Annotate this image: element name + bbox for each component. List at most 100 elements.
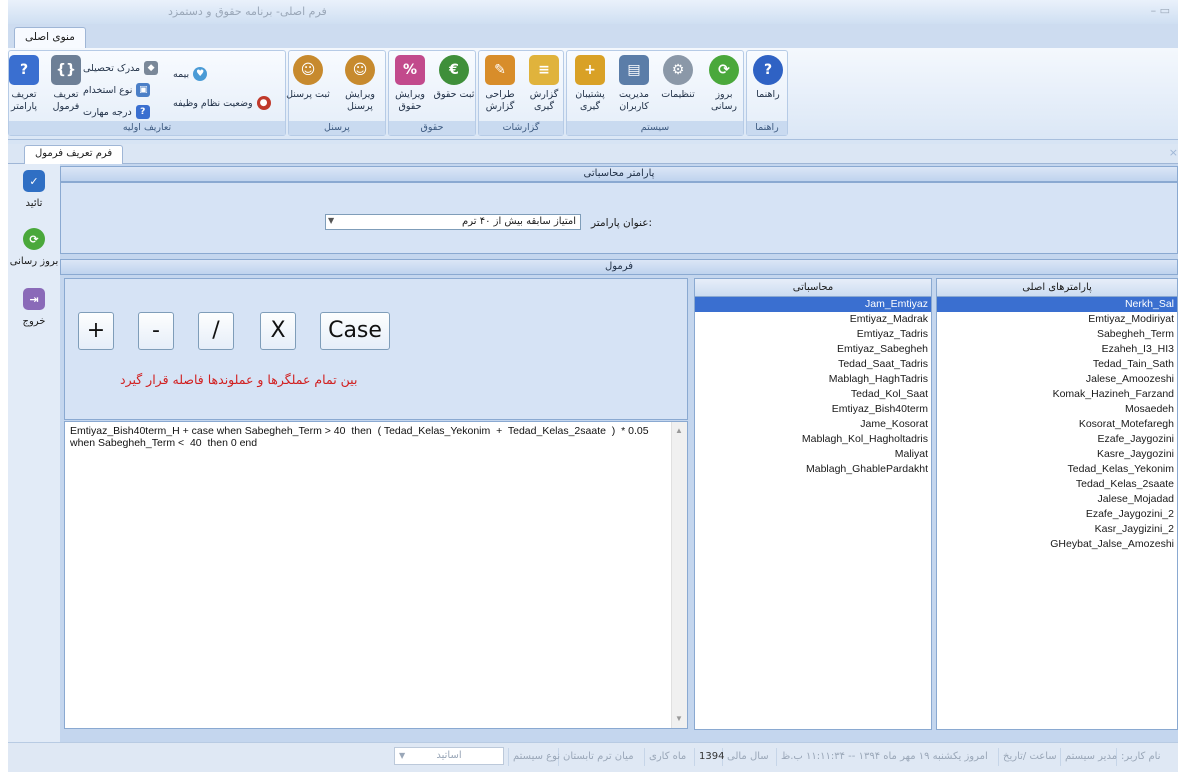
tab-formula-form[interactable]: فرم تعریف فرمول bbox=[24, 145, 124, 165]
define-formula-button[interactable]: {} تعریف فرمول bbox=[43, 55, 89, 113]
users-button[interactable]: ▤ مدیریت کاربران bbox=[611, 55, 657, 113]
tab-main-menu[interactable]: منوی اصلی bbox=[14, 27, 86, 48]
design-report-button[interactable]: ✎ طراحی گزارش bbox=[477, 55, 523, 113]
exit-label: خروج bbox=[22, 316, 46, 327]
status-role: مدیر سیستم bbox=[1060, 748, 1121, 766]
backup-button[interactable]: + پشتیبان گیری bbox=[567, 55, 613, 113]
computed-list-item[interactable]: Tedad_Kol_Saat bbox=[695, 387, 931, 402]
main-param-list-item[interactable]: Tedad_Kelas_Yekonim bbox=[937, 462, 1177, 477]
chevron-down-icon: ▼ bbox=[328, 216, 335, 225]
skill-label: درجه مهارت bbox=[83, 106, 132, 118]
main-params-list[interactable]: پارامترهای اصلی Nerkh_Sal Emtiyaz_Modiriy… bbox=[936, 278, 1178, 730]
main-param-list-item[interactable]: Kasre_Jaygozini bbox=[937, 447, 1177, 462]
main-param-list-item[interactable]: Jalese_Amoozeshi bbox=[937, 372, 1177, 387]
main-param-list-item[interactable]: GHeybat_Jalse_Amozeshi bbox=[937, 537, 1177, 552]
computed-list-header: محاسباتی bbox=[695, 279, 931, 297]
degree-label: مدرک تحصیلی bbox=[83, 62, 141, 74]
main-param-list-item[interactable]: Jalese_Mojadad bbox=[937, 492, 1177, 507]
main-param-list-item[interactable]: Kosorat_Motefaregh bbox=[937, 417, 1177, 432]
define-parameter-button[interactable]: ? تعریف پارامتر bbox=[8, 55, 47, 113]
main-param-list-item[interactable]: Tedad_Kelas_2saate bbox=[937, 477, 1177, 492]
formula-scrollbar[interactable]: ▲ ▼ bbox=[671, 422, 687, 728]
computed-list-item[interactable]: Emtiyaz_Tadris bbox=[695, 327, 931, 342]
formula-section-header: فرمول bbox=[60, 259, 1178, 275]
confirm-label: تائید bbox=[25, 198, 43, 209]
confirm-button[interactable]: ✓ تائید bbox=[8, 170, 60, 209]
computed-list-item[interactable]: Jam_Emtiyaz bbox=[695, 297, 931, 312]
ribbon-tab-row: منوی اصلی bbox=[8, 24, 1178, 48]
computed-list-item[interactable]: Emtiyaz_Bish40term bbox=[695, 402, 931, 417]
formula-editor[interactable]: Emtiyaz_Bish40term_H + case when Sabeghe… bbox=[64, 421, 688, 729]
app-window: فرم اصلی- برنامه حقوق و دستمزد – ▭ منوی … bbox=[8, 0, 1178, 772]
employment-label: نوع استخدام bbox=[83, 84, 133, 96]
divide-button[interactable]: / bbox=[198, 312, 234, 350]
insurance-button[interactable]: بیمه ♥ bbox=[173, 67, 208, 81]
computed-list-item[interactable]: Tedad_Saat_Tadris bbox=[695, 357, 931, 372]
parameter-icon: ? bbox=[9, 55, 39, 85]
settings-button[interactable]: ⚙ تنظیمات bbox=[655, 55, 701, 101]
main-param-list-item[interactable]: Tedad_Tain_Sath bbox=[937, 357, 1177, 372]
database-add-icon: + bbox=[575, 55, 605, 85]
computed-items: Jam_Emtiyaz Emtiyaz_Madrak Emtiyaz_Tadris E… bbox=[695, 297, 931, 477]
degree-button[interactable]: مدرک تحصیلی ◆ bbox=[83, 61, 159, 75]
employment-type-button[interactable]: نوع استخدام ▣ bbox=[83, 83, 151, 97]
edit-salary-label: ویرایش حقوق bbox=[395, 89, 425, 112]
report-button[interactable]: ≡ گزارش گیری bbox=[521, 55, 567, 113]
exit-button[interactable]: ⇥ خروج bbox=[8, 288, 60, 327]
gear-icon: ⚙ bbox=[663, 55, 693, 85]
update-button[interactable]: ⟳ بروز رسانی bbox=[701, 55, 747, 113]
question-icon: ? bbox=[135, 105, 150, 119]
graduation-icon: ◆ bbox=[144, 61, 159, 75]
param-title-select[interactable]: امتیاز سابقه بیش از ۴۰ ترم ▼ bbox=[325, 214, 581, 230]
main-param-list-item[interactable]: Nerkh_Sal bbox=[937, 297, 1177, 312]
multiply-button[interactable]: X bbox=[260, 312, 296, 350]
system-type-select[interactable]: اساتید ▼ bbox=[394, 747, 504, 765]
users-label: مدیریت کاربران bbox=[619, 89, 649, 112]
document-tab-bar: فرم تعریف فرمول × bbox=[8, 144, 1178, 165]
computed-list-item[interactable]: Mablagh_HaghTadris bbox=[695, 372, 931, 387]
window-controls[interactable]: – ▭ bbox=[1151, 4, 1170, 17]
spacing-hint: بین تمام عملگرها و عملوندها فاصله قرار گ… bbox=[120, 372, 358, 387]
plus-button[interactable]: + bbox=[78, 312, 114, 350]
main-param-list-item[interactable]: Ezafe_Jaygozini_2 bbox=[937, 507, 1177, 522]
scroll-up-icon[interactable]: ▲ bbox=[675, 425, 683, 437]
main-param-list-item[interactable]: Sabegheh_Term bbox=[937, 327, 1177, 342]
computed-list-item[interactable]: Maliyat bbox=[695, 447, 931, 462]
register-salary-button[interactable]: € ثبت حقوق bbox=[431, 55, 477, 101]
update-label: بروز رسانی bbox=[710, 89, 737, 112]
main-param-list-item[interactable]: Emtiyaz_Modiriyat bbox=[937, 312, 1177, 327]
scroll-down-icon[interactable]: ▼ bbox=[675, 713, 683, 725]
system-type-value: اساتید bbox=[436, 750, 462, 761]
main-param-list-item[interactable]: Ezafe_Jaygozini bbox=[937, 432, 1177, 447]
register-personnel-button[interactable]: ☺ ثبت پرسنل bbox=[285, 55, 331, 101]
computed-list-item[interactable]: Emtiyaz_Sabegheh bbox=[695, 342, 931, 357]
refresh-icon: ⟳ bbox=[23, 228, 45, 250]
clipboard-icon: ≡ bbox=[529, 55, 559, 85]
help-button[interactable]: ? راهنما bbox=[745, 55, 791, 101]
main-param-list-item[interactable]: Komak_Hazineh_Farzand bbox=[937, 387, 1177, 402]
computed-list-item[interactable]: Mablagh_GhablePardakht bbox=[695, 462, 931, 477]
report-label: گزارش گیری bbox=[529, 89, 559, 112]
case-button[interactable]: Case bbox=[320, 312, 390, 350]
refresh-button[interactable]: ⟳ بروز رسانی bbox=[8, 228, 60, 267]
group-personnel: ☺ ثبت پرسنل ☺ ویرایش پرسنل پرسنل bbox=[285, 50, 386, 136]
computed-list-item[interactable]: Emtiyaz_Madrak bbox=[695, 312, 931, 327]
action-sidebar: ✓ تائید ⟳ بروز رسانی ⇥ خروج bbox=[8, 164, 60, 742]
main-param-list-item[interactable]: Ezaheh_I3_HI3 bbox=[937, 342, 1177, 357]
skill-level-button[interactable]: درجه مهارت ? bbox=[83, 105, 150, 119]
computed-list-item[interactable]: Mablagh_Kol_Hagholtadris bbox=[695, 432, 931, 447]
main-params-items: Nerkh_Sal Emtiyaz_Modiriyat Sabegheh_Term E… bbox=[937, 297, 1177, 552]
group-personnel-label: پرسنل bbox=[289, 121, 385, 135]
edit-personnel-label: ویرایش پرسنل bbox=[345, 89, 375, 112]
param-title-value: امتیاز سابقه بیش از ۴۰ ترم bbox=[462, 216, 576, 227]
minus-button[interactable]: - bbox=[138, 312, 174, 350]
close-tab-icon[interactable]: × bbox=[1169, 146, 1178, 159]
main-param-list-item[interactable]: Kasr_Jaygizini_2 bbox=[937, 522, 1177, 537]
edit-personnel-button[interactable]: ☺ ویرایش پرسنل bbox=[337, 55, 383, 113]
computed-params-list[interactable]: محاسباتی Jam_Emtiyaz Emtiyaz_Madrak Emtiya… bbox=[694, 278, 932, 730]
job-status-button[interactable]: وضعیت نظام وظیفه ● bbox=[173, 96, 271, 110]
edit-salary-button[interactable]: % ویرایش حقوق bbox=[387, 55, 433, 113]
formula-icon: {} bbox=[51, 55, 81, 85]
main-param-list-item[interactable]: Mosaedeh bbox=[937, 402, 1177, 417]
computed-list-item[interactable]: Jame_Kosorat bbox=[695, 417, 931, 432]
